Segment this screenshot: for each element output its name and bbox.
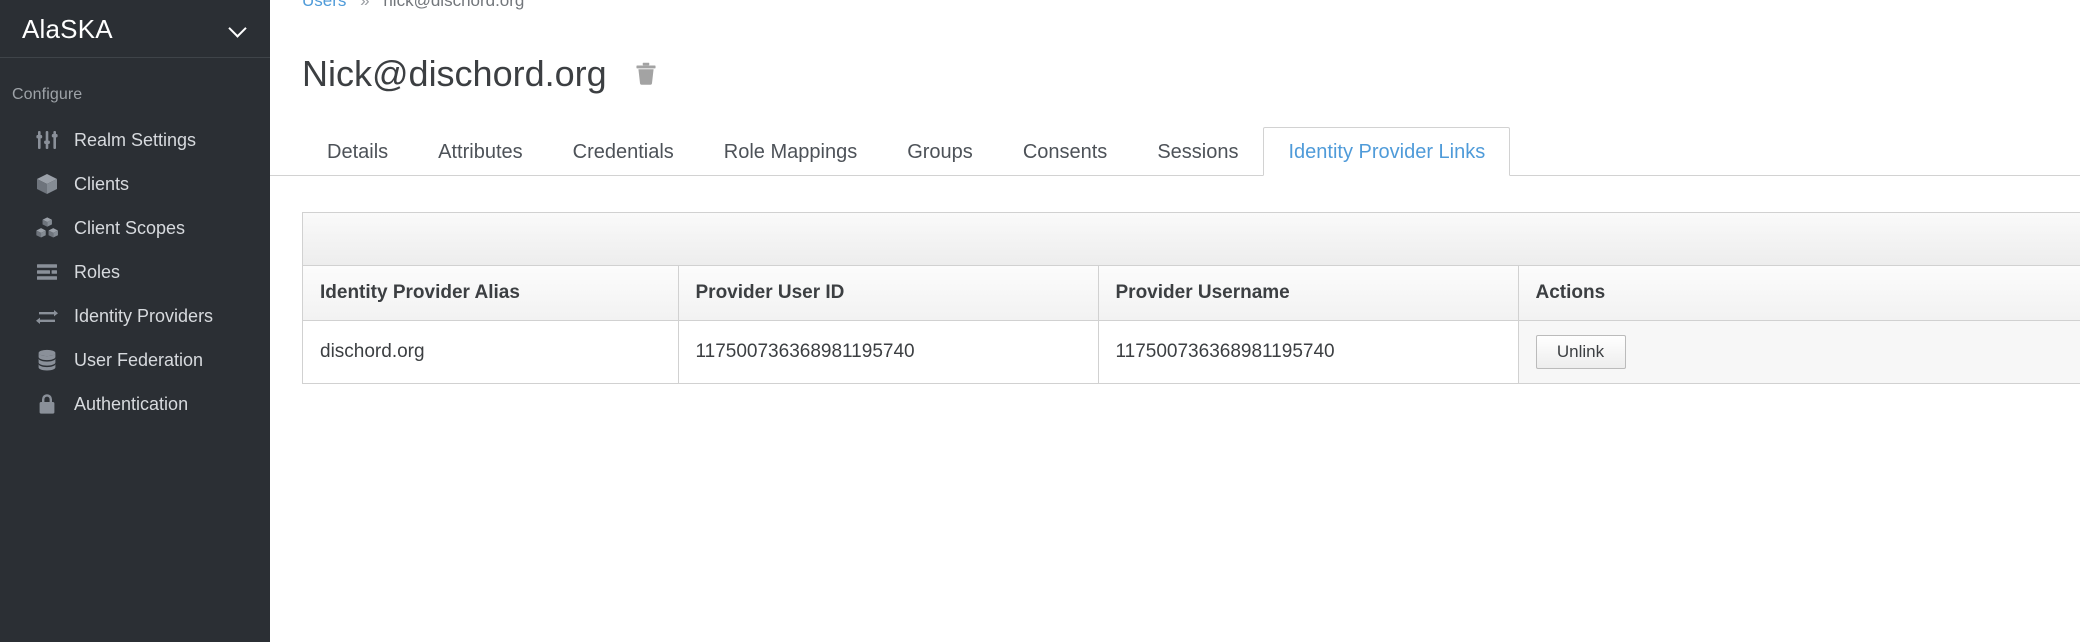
cell-provider-username: 117500736368981195740 (1098, 320, 1519, 384)
tab-groups[interactable]: Groups (882, 127, 998, 176)
tab-credentials[interactable]: Credentials (548, 127, 699, 176)
unlink-button[interactable]: Unlink (1535, 335, 1626, 369)
table-head: Identity Provider Alias Provider User ID… (303, 266, 2080, 321)
tab-details[interactable]: Details (302, 127, 413, 176)
nav-list: Realm Settings Clients Client Scopes Rol… (0, 118, 270, 426)
identity-provider-links-panel: Identity Provider Alias Provider User ID… (302, 212, 2080, 384)
nav-section-label: Configure (12, 86, 83, 103)
breadcrumb-separator: » (360, 0, 370, 10)
sidebar-item-user-federation[interactable]: User Federation (0, 338, 270, 382)
cell-actions: Unlink (1518, 320, 2080, 384)
lock-icon (34, 391, 60, 417)
column-header-alias: Identity Provider Alias (303, 266, 679, 321)
admin-console-window: AlaSKA Configure Realm Settings Clients … (0, 0, 2080, 642)
table-row: dischord.org 117500736368981195740 11750… (303, 320, 2080, 384)
main-content: Users » nick@dischord.org Nick@dischord.… (270, 0, 2080, 642)
exchange-arrows-icon (34, 303, 60, 329)
database-icon (34, 347, 60, 373)
sliders-icon (34, 127, 60, 153)
sidebar-item-label: Roles (74, 262, 121, 282)
sidebar-item-realm-settings[interactable]: Realm Settings (0, 118, 270, 162)
cube-icon (34, 171, 60, 197)
trash-icon[interactable] (631, 59, 661, 89)
page-title: Nick@dischord.org (302, 53, 607, 94)
tab-sessions[interactable]: Sessions (1132, 127, 1263, 176)
sidebar-item-label: User Federation (74, 350, 204, 370)
table-header-row: Identity Provider Alias Provider User ID… (303, 266, 2080, 321)
realm-name: AlaSKA (22, 13, 113, 44)
tab-identity-provider-links[interactable]: Identity Provider Links (1263, 127, 1511, 176)
cubes-icon (34, 215, 60, 241)
breadcrumb-current: nick@dischord.org (383, 0, 525, 10)
sidebar-item-label: Clients (74, 174, 130, 194)
identity-provider-links-table: Identity Provider Alias Provider User ID… (303, 266, 2080, 384)
cell-provider-user-id: 117500736368981195740 (678, 320, 1099, 384)
list-bars-icon (34, 259, 60, 285)
column-header-provider-username: Provider Username (1098, 266, 1519, 321)
sidebar-item-identity-providers[interactable]: Identity Providers (0, 294, 270, 338)
column-header-actions: Actions (1518, 266, 2080, 321)
breadcrumb-link-users[interactable]: Users (302, 0, 346, 10)
tab-bar: Details Attributes Credentials Role Mapp… (270, 126, 2080, 176)
sidebar-item-label: Client Scopes (74, 218, 186, 238)
column-header-provider-user-id: Provider User ID (678, 266, 1099, 321)
sidebar-item-roles[interactable]: Roles (0, 250, 270, 294)
table-body: dischord.org 117500736368981195740 11750… (303, 320, 2080, 384)
sidebar-item-label: Authentication (74, 394, 189, 414)
tab-role-mappings[interactable]: Role Mappings (699, 127, 882, 176)
sidebar-item-client-scopes[interactable]: Client Scopes (0, 206, 270, 250)
page-title-row: Nick@dischord.org (270, 0, 2080, 100)
tab-attributes[interactable]: Attributes (413, 127, 547, 176)
realm-selector[interactable]: AlaSKA (0, 0, 270, 58)
cell-alias: dischord.org (303, 320, 679, 384)
sidebar-item-label: Realm Settings (74, 130, 197, 150)
sidebar-item-clients[interactable]: Clients (0, 162, 270, 206)
sidebar: AlaSKA Configure Realm Settings Clients … (0, 0, 270, 642)
table-toolbar (303, 213, 2080, 266)
sidebar-item-label: Identity Providers (74, 306, 214, 326)
breadcrumb: Users » nick@dischord.org (302, 0, 524, 11)
chevron-down-icon (230, 20, 248, 38)
tab-consents[interactable]: Consents (998, 127, 1133, 176)
sidebar-item-authentication[interactable]: Authentication (0, 382, 270, 426)
